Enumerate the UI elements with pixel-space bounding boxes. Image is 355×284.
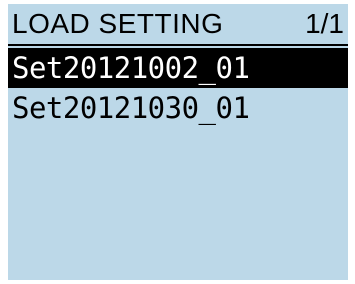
list-item-label: Set20121030_01 — [12, 91, 250, 125]
list-item-label: Set20121002_01 — [12, 51, 250, 85]
settings-file-list: Set20121002_01 Set20121030_01 — [8, 48, 348, 128]
lcd-screen: LOAD SETTING 1/1 Set20121002_01 Set20121… — [8, 4, 348, 280]
page-indicator: 1/1 — [305, 8, 344, 39]
screen-title: LOAD SETTING — [12, 8, 224, 39]
header-divider — [8, 44, 348, 46]
list-item-set20121002-01[interactable]: Set20121002_01 — [8, 48, 348, 88]
screen-header: LOAD SETTING 1/1 — [8, 4, 348, 44]
list-item-set20121030-01[interactable]: Set20121030_01 — [8, 88, 348, 128]
